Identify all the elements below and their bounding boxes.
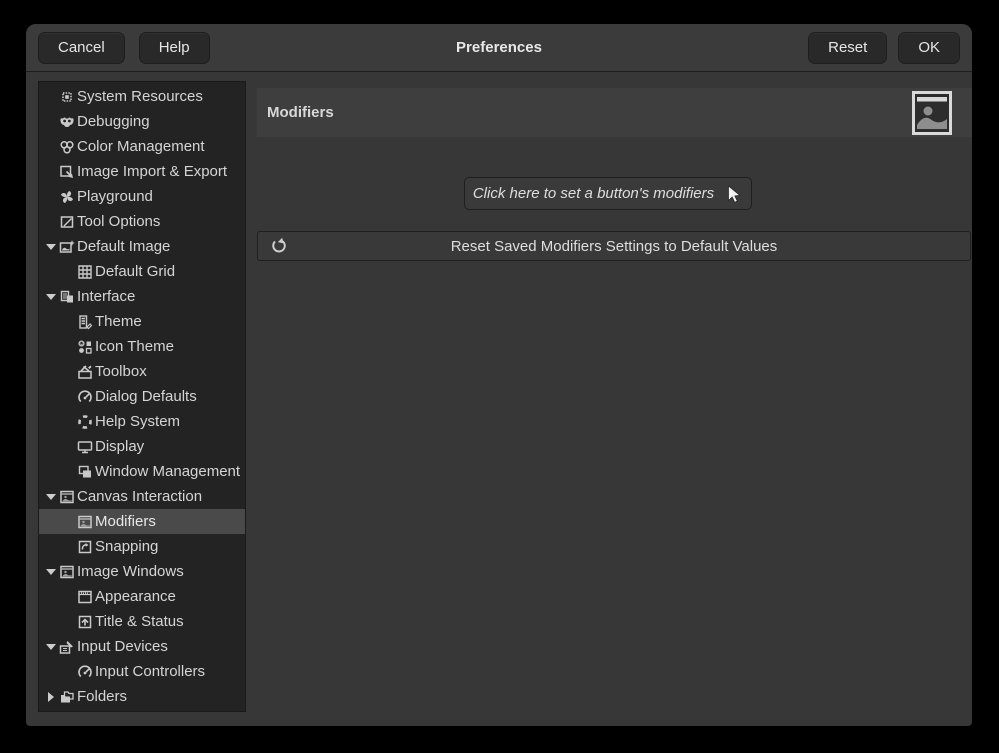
sidebar-item-label: Tool Options [77, 213, 160, 230]
sidebar-item-playground[interactable]: Playground [39, 184, 245, 209]
sidebar-item-tool-options[interactable]: Tool Options [39, 209, 245, 234]
reset-modifiers-button[interactable]: Reset Saved Modifiers Settings to Defaul… [257, 231, 971, 261]
sidebar-item-image-windows[interactable]: Image Windows [39, 559, 245, 584]
sidebar-item-label: Dialog Defaults [95, 388, 197, 405]
sidebar-item-title-status[interactable]: Title & Status [39, 609, 245, 634]
sidebar-item-canvas-interaction[interactable]: Canvas Interaction [39, 484, 245, 509]
sidebar-item-label: Input Controllers [95, 663, 205, 680]
interface-icon [58, 288, 75, 305]
fan-icon [58, 188, 75, 205]
sidebar-item-default-image[interactable]: Default Image [39, 234, 245, 259]
folders-icon [58, 688, 75, 705]
sidebar-item-appearance[interactable]: Appearance [39, 584, 245, 609]
sidebar-item-dialog-defaults[interactable]: Dialog Defaults [39, 384, 245, 409]
sidebar-item-folders[interactable]: Folders [39, 684, 245, 709]
image-window-small-icon [58, 488, 75, 505]
titlebar-right-buttons: Reset OK [808, 32, 960, 64]
image-window-icon [912, 91, 952, 135]
sidebar-item-system-resources[interactable]: System Resources [39, 84, 245, 109]
display-icon [76, 438, 93, 455]
title-status-icon [76, 613, 93, 630]
window-management-icon [76, 463, 93, 480]
color-management-icon [58, 138, 75, 155]
sidebar-item-snapping[interactable]: Snapping [39, 534, 245, 559]
snapping-icon [76, 538, 93, 555]
sidebar-item-label: Icon Theme [95, 338, 174, 355]
sidebar-item-label: Window Management [95, 463, 240, 480]
image-window-small-icon [58, 563, 75, 580]
expander-icon[interactable] [44, 294, 58, 300]
sidebar-tree: System Resources Debugging Color Managem… [38, 81, 246, 712]
sidebar-item-icon-theme[interactable]: Icon Theme [39, 334, 245, 359]
expander-icon[interactable] [44, 644, 58, 650]
cursor-arrow-icon [723, 184, 743, 204]
help-ring-icon [76, 413, 93, 430]
titlebar: Cancel Help Preferences Reset OK [26, 24, 972, 72]
sidebar-item-label: Help System [95, 413, 180, 430]
expander-icon[interactable] [44, 494, 58, 500]
sidebar-item-label: Interface [77, 288, 135, 305]
gauge-icon [76, 388, 93, 405]
sidebar-item-label: Default Image [77, 238, 170, 255]
theme-icon [76, 313, 93, 330]
sidebar-item-image-import-export[interactable]: Image Import & Export [39, 159, 245, 184]
expander-icon[interactable] [44, 244, 58, 250]
sidebar-item-label: Folders [77, 688, 127, 705]
sidebar-item-theme[interactable]: Theme [39, 309, 245, 334]
sidebar-item-label: Default Grid [95, 263, 175, 280]
sidebar-item-label: Display [95, 438, 144, 455]
preferences-dialog: Cancel Help Preferences Reset OK System … [26, 24, 972, 726]
sidebar-item-display[interactable]: Display [39, 434, 245, 459]
cpu-icon [58, 88, 75, 105]
sidebar-item-label: Title & Status [95, 613, 184, 630]
reset-button[interactable]: Reset [808, 32, 887, 64]
sidebar-item-color-management[interactable]: Color Management [39, 134, 245, 159]
tool-options-icon [58, 213, 75, 230]
sidebar-item-label: Input Devices [77, 638, 168, 655]
image-window-small-icon [76, 513, 93, 530]
sidebar-item-input-devices[interactable]: Input Devices [39, 634, 245, 659]
sidebar-item-toolbox[interactable]: Toolbox [39, 359, 245, 384]
sidebar-item-label: Image Windows [77, 563, 184, 580]
sidebar-item-input-controllers[interactable]: Input Controllers [39, 659, 245, 684]
page-header: Modifiers [257, 88, 972, 137]
input-devices-icon [58, 638, 75, 655]
sidebar-item-label: Canvas Interaction [77, 488, 202, 505]
expander-icon[interactable] [44, 569, 58, 575]
sidebar-item-label: Modifiers [95, 513, 156, 530]
sidebar-item-label: Playground [77, 188, 153, 205]
sidebar-item-help-system[interactable]: Help System [39, 409, 245, 434]
set-modifiers-button[interactable]: Click here to set a button's modifiers [464, 177, 752, 210]
sidebar-item-label: Appearance [95, 588, 176, 605]
expander-icon[interactable] [44, 692, 58, 702]
grid-icon [76, 263, 93, 280]
page-title: Modifiers [267, 104, 334, 121]
sidebar-item-label: Theme [95, 313, 142, 330]
set-modifiers-button-label: Click here to set a button's modifiers [473, 185, 714, 202]
sidebar-item-debugging[interactable]: Debugging [39, 109, 245, 134]
image-star-icon [58, 238, 75, 255]
image-import-export-icon [58, 163, 75, 180]
sidebar-item-label: Debugging [77, 113, 150, 130]
sidebar-item-label: Image Import & Export [77, 163, 227, 180]
reset-modifiers-button-label: Reset Saved Modifiers Settings to Defaul… [258, 232, 970, 260]
ok-button[interactable]: OK [898, 32, 960, 64]
titlebar-left-buttons: Cancel Help [38, 32, 210, 64]
gauge-icon [76, 663, 93, 680]
appearance-icon [76, 588, 93, 605]
sidebar-item-label: Toolbox [95, 363, 147, 380]
wilber-icon [58, 113, 75, 130]
help-button[interactable]: Help [139, 32, 210, 64]
sidebar-item-interface[interactable]: Interface [39, 284, 245, 309]
sidebar-item-default-grid[interactable]: Default Grid [39, 259, 245, 284]
sidebar-item-label: System Resources [77, 88, 203, 105]
icon-theme-icon [76, 338, 93, 355]
sidebar-item-label: Snapping [95, 538, 158, 555]
sidebar-item-modifiers[interactable]: Modifiers [39, 509, 245, 534]
sidebar-item-label: Color Management [77, 138, 205, 155]
cancel-button[interactable]: Cancel [38, 32, 125, 64]
sidebar-item-window-management[interactable]: Window Management [39, 459, 245, 484]
content-pane: Modifiers Click here to set a button's m… [257, 72, 972, 726]
toolbox-icon [76, 363, 93, 380]
